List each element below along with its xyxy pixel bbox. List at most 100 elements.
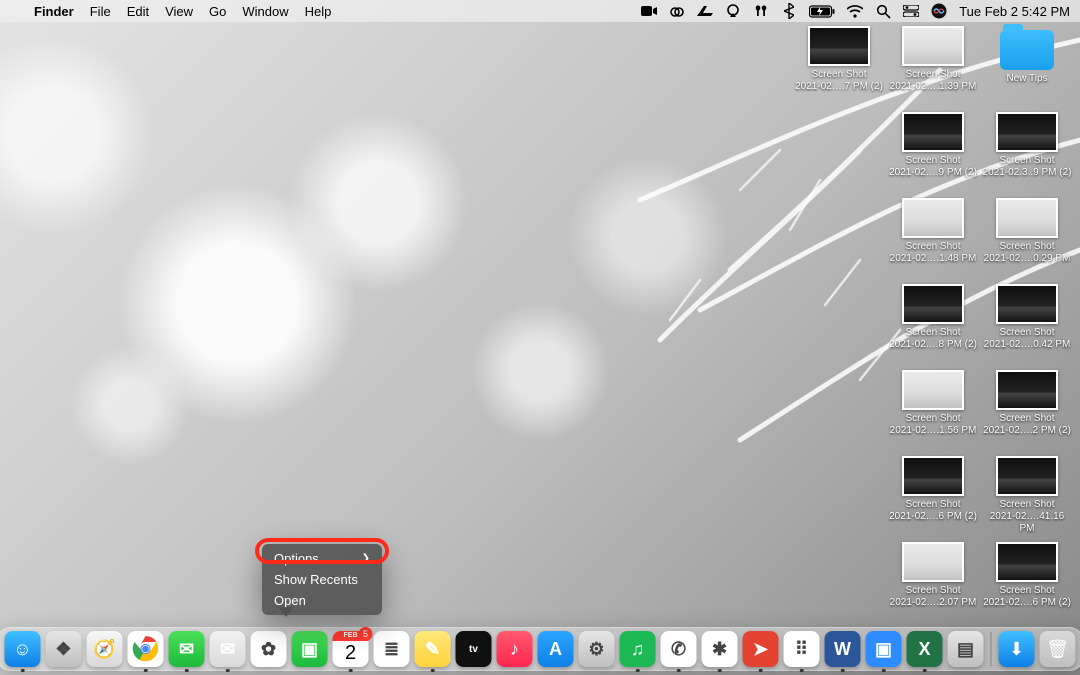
menu-bar-clock[interactable]: Tue Feb 2 5:42 PM [959,4,1070,19]
context-menu-caret [278,607,294,617]
dock-app-spotify[interactable]: ♫ [620,631,656,667]
context-menu-open-label: Open [274,593,306,608]
dock-app-calendar[interactable]: FEB 2 5 [333,631,369,667]
dock-running-indicator [923,669,927,673]
desktop-screenshot[interactable]: Screen Shot2021-02….1.48 PM [888,198,978,284]
desktop-screenshot[interactable]: Screen Shot2021-02….0.29 PM [982,198,1072,284]
desktop-screenshot[interactable]: Screen Shot2021-02….7 PM (2) [794,26,884,112]
dock-app-todoist[interactable]: ➤ [743,631,779,667]
desktop-screenshot[interactable]: Screen Shot2021-02.3..9 PM (2) [982,112,1072,198]
dock-app-messenger[interactable]: ✆ [661,631,697,667]
spotlight-search-icon[interactable] [875,3,891,19]
desktop-screenshot[interactable]: Screen Shot2021-02….6 PM (2) [888,456,978,542]
dock-app-notes[interactable]: ✎ [415,631,451,667]
desktop-folder[interactable]: New Tips [982,26,1072,112]
dock-app-settings[interactable]: ⚙ [579,631,615,667]
dock-app-chrome[interactable] [128,631,164,667]
menu-window[interactable]: Window [234,4,296,19]
menu-edit[interactable]: Edit [119,4,157,19]
desktop-screenshot[interactable]: Screen Shot2021-02….2 PM (2) [982,370,1072,456]
dock-app-appstore[interactable]: A [538,631,574,667]
menu-view[interactable]: View [157,4,201,19]
airplay-icon[interactable] [725,3,741,19]
screenshot-thumbnail [996,284,1058,324]
menu-bar-status-area: Tue Feb 2 5:42 PM [641,3,1070,19]
dock-app-launchpad[interactable]: ❖ [46,631,82,667]
creative-cloud-icon[interactable] [669,3,685,19]
airpods-icon[interactable] [753,3,769,19]
dock-running-indicator [226,669,230,673]
desktop-icon-label: Screen Shot2021-02….1.39 PM [888,69,978,93]
desktop-screenshot[interactable]: Screen Shot2021-02….1.39 PM [888,26,978,112]
dock-running-indicator [636,669,640,673]
battery-charging-icon[interactable] [809,3,835,19]
screenshot-thumbnail [902,284,964,324]
desktop-icon-label: Screen Shot2021-02….2 PM (2) [982,413,1072,437]
desktop-screenshot[interactable]: Screen Shot2021-02….2.07 PM [888,542,978,628]
dock-context-menu: Options ❯ Show Recents Open [262,544,382,615]
dock-running-indicator [841,669,845,673]
desktop-icon-grid: Screen Shot2021-02….7 PM (2) Screen Shot… [792,26,1072,628]
wifi-icon[interactable] [847,3,863,19]
screenshot-thumbnail [808,26,870,66]
desktop-screenshot[interactable]: Screen Shot2021-02….9 PM (2) [888,112,978,198]
desktop-icon-label: Screen Shot2021-02….2.07 PM [888,585,978,609]
desktop-screenshot[interactable]: Screen Shot2021-02….8 PM (2) [888,284,978,370]
dock-trash[interactable]: 🗑 [1040,631,1076,667]
dock-running-indicator [718,669,722,673]
context-menu-show-recents[interactable]: Show Recents [262,569,382,590]
context-menu-options[interactable]: Options ❯ [262,548,382,569]
screenshot-thumbnail [902,198,964,238]
app-name[interactable]: Finder [26,4,82,19]
dock-running-indicator [21,669,25,673]
folder-icon [1000,30,1054,70]
dock-app-music[interactable]: ♪ [497,631,533,667]
dock-app-fantastical[interactable]: ⠿ [784,631,820,667]
screenshot-thumbnail [996,198,1058,238]
siri-icon[interactable] [931,3,947,19]
screenshot-thumbnail [902,542,964,582]
dock-running-indicator [185,669,189,673]
dock-app-appletv[interactable]: tv [456,631,492,667]
desktop-icon-label: Screen Shot2021-02….6 PM (2) [982,585,1072,609]
desktop-screenshot[interactable]: Screen Shot2021-02….1.56 PM [888,370,978,456]
bluetooth-icon[interactable] [781,3,797,19]
dock-running-indicator [759,669,763,673]
screenshot-thumbnail [996,542,1058,582]
dock-running-indicator [431,669,435,673]
dock-app-safari[interactable]: 🧭 [87,631,123,667]
screenshot-thumbnail [902,370,964,410]
dock-app-reminders[interactable]: ≣ [374,631,410,667]
dock-app-zoom[interactable]: ▣ [866,631,902,667]
dock-app-photos[interactable]: ✿ [251,631,287,667]
menu-go[interactable]: Go [201,4,234,19]
screenshot-thumbnail [902,26,964,66]
desktop-screenshot[interactable]: Screen Shot2021-02….6 PM (2) [982,542,1072,628]
dock-running-indicator [144,669,148,673]
dock-app-messages[interactable]: ✉ [169,631,205,667]
screenshot-thumbnail [902,456,964,496]
desktop-screenshot[interactable]: Screen Shot2021-02….0.42 PM [982,284,1072,370]
control-center-icon[interactable] [903,3,919,19]
dock-app-facetime[interactable]: ▣ [292,631,328,667]
camera-icon[interactable] [641,3,657,19]
desktop-icon-label: New Tips [982,73,1072,85]
desktop-screenshot[interactable]: Screen Shot2021-02….41.16 PM [982,456,1072,542]
desktop-icon-label: Screen Shot2021-02….9 PM (2) [888,155,978,179]
desktop-icon-label: Screen Shot2021-02.3..9 PM (2) [982,155,1072,179]
desktop-icon-label: Screen Shot2021-02….8 PM (2) [888,327,978,351]
dock-app-word[interactable]: W [825,631,861,667]
dock-running-indicator [882,669,886,673]
menu-file[interactable]: File [82,4,119,19]
dock-app-preview[interactable]: ▤ [948,631,984,667]
menu-help[interactable]: Help [297,4,340,19]
desktop-icon-label: Screen Shot2021-02….0.29 PM [982,241,1072,265]
context-menu-show-recents-label: Show Recents [274,572,358,587]
dock-app-excel[interactable]: X [907,631,943,667]
dock-app-mail[interactable]: ✉ [210,631,246,667]
express-vpn-icon[interactable] [697,3,713,19]
dock-downloads[interactable]: ⬇ [999,631,1035,667]
dock-app-slack[interactable]: ✱ [702,631,738,667]
dock-separator [991,632,992,666]
dock-app-finder[interactable]: ☺ [5,631,41,667]
